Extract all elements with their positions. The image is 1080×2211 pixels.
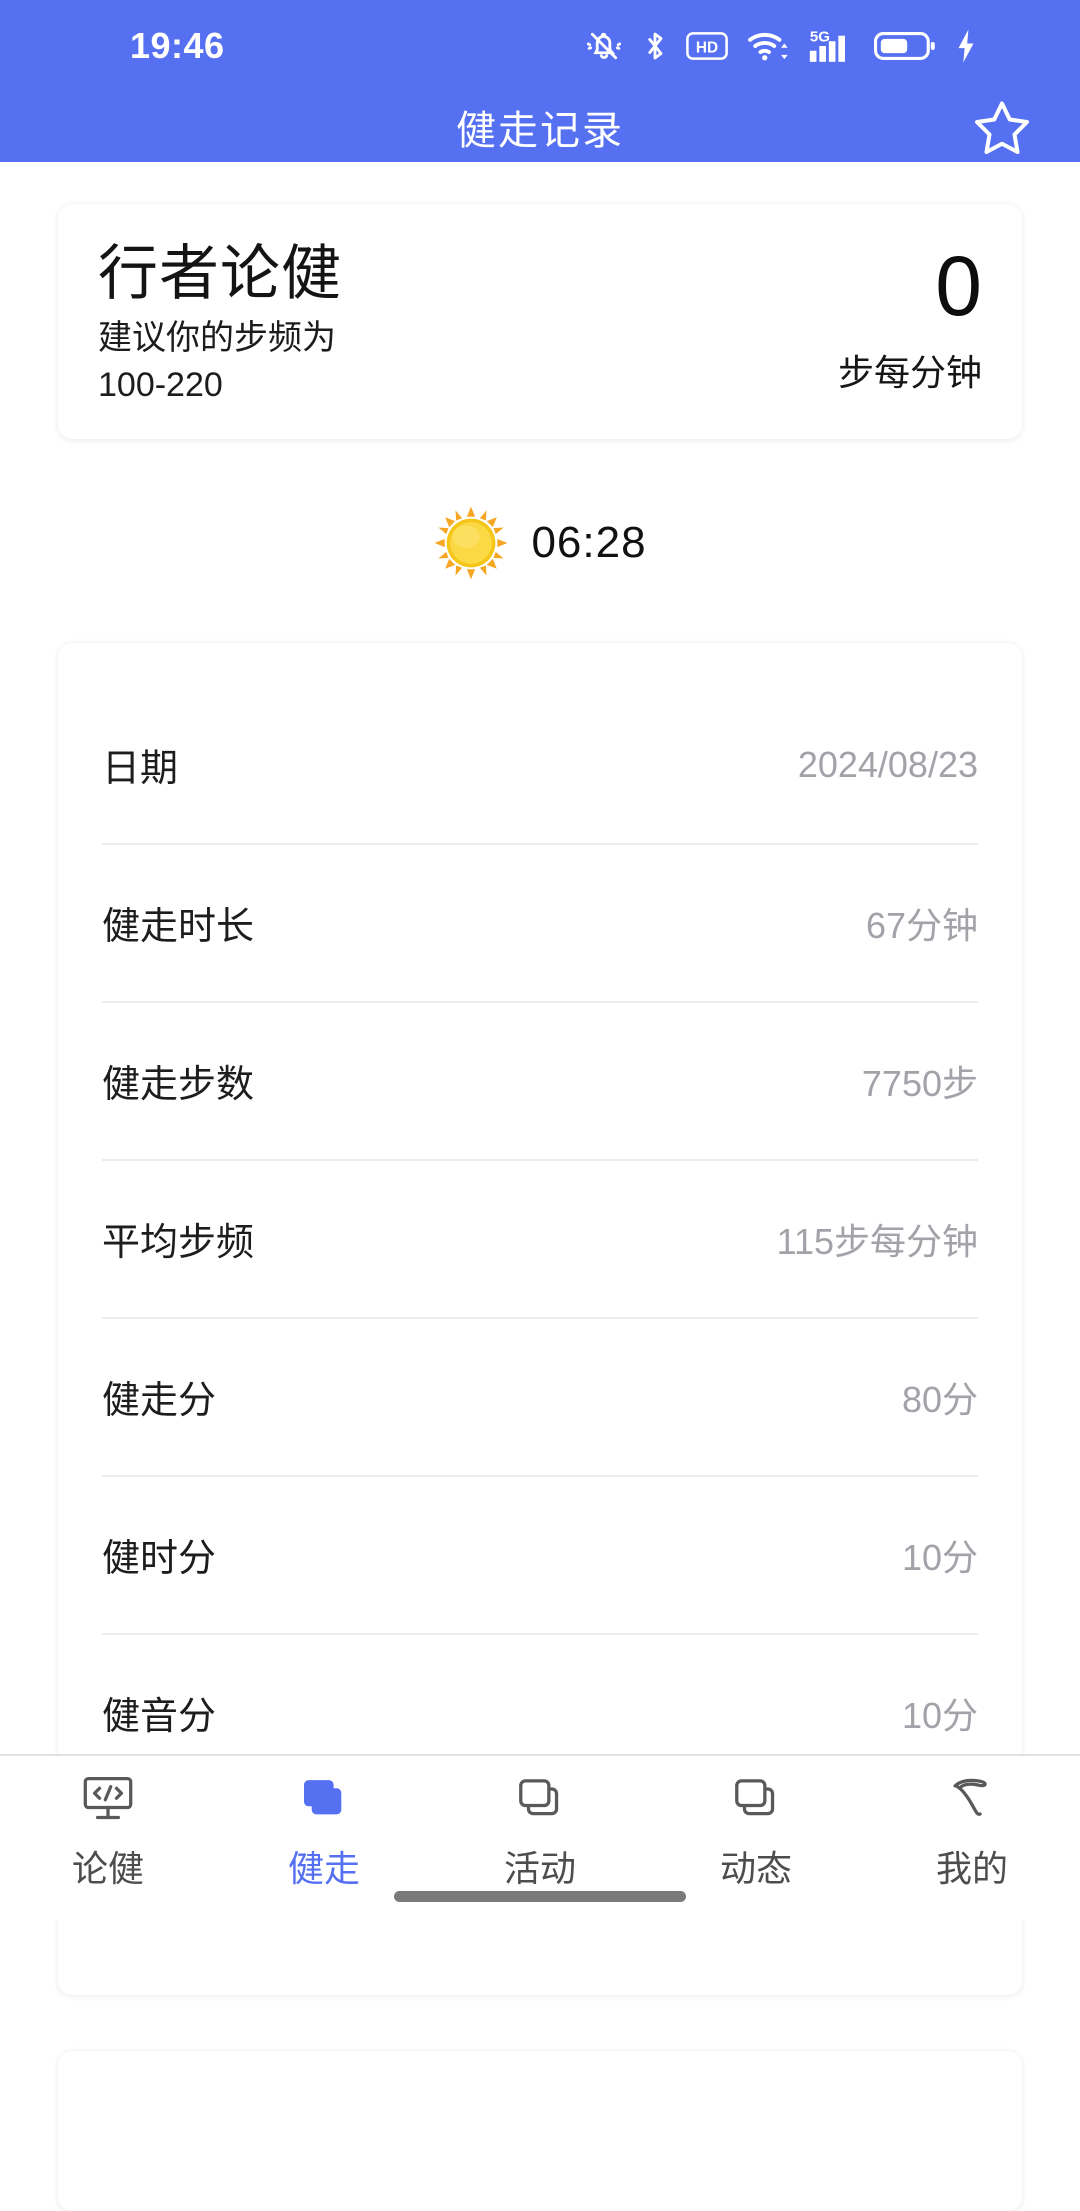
nav-item-wode[interactable]: 我的 xyxy=(864,1772,1080,1892)
stat-label: 健走时长 xyxy=(102,906,255,949)
brand-name: 行者论健 xyxy=(98,240,342,307)
stat-value: 10分 xyxy=(901,1536,978,1578)
page-title: 健走记录 xyxy=(456,109,624,153)
stat-label: 日期 xyxy=(102,748,179,791)
table-row: 健走时长 67分钟 xyxy=(102,845,978,1003)
cadence-summary-right: 0 步每分钟 xyxy=(682,242,982,396)
nav-label: 健走 xyxy=(287,1848,360,1889)
bottom-navigation: 论健 健走 活动 动态 我的 xyxy=(0,1754,1080,1920)
current-cadence-value: 0 xyxy=(935,239,982,333)
nav-label: 动态 xyxy=(719,1848,792,1889)
stacked-squares-outline-icon xyxy=(511,1772,569,1826)
stat-label: 平均步频 xyxy=(102,1222,255,1265)
table-row: 平均步频 115步每分钟 xyxy=(102,1161,978,1319)
page-content: 行者论健 建议你的步频为 100-220 0 步每分钟 06:28 日期 202… xyxy=(0,162,1080,2211)
status-bar: 19:46 HD 5G xyxy=(0,0,1080,92)
stat-value: 67分钟 xyxy=(865,904,978,946)
table-row: 日期 2024/08/23 xyxy=(102,687,978,845)
charging-icon xyxy=(954,28,978,64)
stat-value: 115步每分钟 xyxy=(776,1220,978,1262)
svg-text:HD: HD xyxy=(696,39,718,56)
app-bar: 健走记录 xyxy=(0,92,1080,162)
stat-value: 10分 xyxy=(901,1694,978,1736)
cadence-suggestion: 建议你的步频为 100-220 xyxy=(98,318,336,404)
monitor-code-icon xyxy=(79,1772,137,1826)
bluetooth-icon xyxy=(642,28,668,64)
nav-item-luntian[interactable]: 论健 xyxy=(0,1772,216,1892)
current-cadence-unit: 步每分钟 xyxy=(837,352,982,393)
stacked-squares-outline-icon xyxy=(727,1772,785,1826)
stat-label: 健走步数 xyxy=(102,1064,255,1107)
hammer-icon xyxy=(943,1772,1001,1826)
home-indicator[interactable] xyxy=(394,1891,686,1902)
table-row: 健走分 80分 xyxy=(102,1319,978,1477)
status-bar-clock: 19:46 xyxy=(130,25,225,66)
table-row: 健走步数 7750步 xyxy=(102,1003,978,1161)
next-card-partial xyxy=(58,2050,1022,2211)
table-row: 健时分 10分 xyxy=(102,1477,978,1635)
nav-label: 我的 xyxy=(935,1848,1008,1889)
stacked-squares-filled-icon xyxy=(295,1772,353,1826)
cadence-summary-card: 行者论健 建议你的步频为 100-220 0 步每分钟 xyxy=(58,204,1022,439)
weather-row: 06:28 xyxy=(0,505,1080,581)
signal-5g-icon: 5G xyxy=(808,27,856,65)
nav-item-dongtai[interactable]: 动态 xyxy=(648,1772,864,1892)
star-outline-icon[interactable] xyxy=(970,95,1034,159)
mute-icon xyxy=(584,28,624,64)
sun-icon xyxy=(433,505,509,581)
stat-value: 7750步 xyxy=(861,1062,978,1104)
nav-item-jianzou[interactable]: 健走 xyxy=(216,1772,432,1892)
stat-label: 健时分 xyxy=(102,1538,217,1581)
status-bar-icons: HD 5G xyxy=(584,27,1040,65)
battery-icon xyxy=(874,30,936,62)
stat-value: 2024/08/23 xyxy=(797,743,978,785)
hd-icon: HD xyxy=(686,31,728,61)
wifi-icon xyxy=(746,28,790,64)
nav-label: 论健 xyxy=(71,1848,144,1889)
stat-value: 80分 xyxy=(901,1378,978,1420)
stat-label: 健走分 xyxy=(102,1380,217,1423)
svg-text:5G: 5G xyxy=(810,28,830,45)
nav-item-huodong[interactable]: 活动 xyxy=(432,1772,648,1892)
sunrise-time: 06:28 xyxy=(531,517,647,567)
stat-label: 健音分 xyxy=(102,1696,217,1739)
nav-label: 活动 xyxy=(503,1848,576,1889)
cadence-summary-left: 行者论健 建议你的步频为 100-220 xyxy=(98,240,682,409)
